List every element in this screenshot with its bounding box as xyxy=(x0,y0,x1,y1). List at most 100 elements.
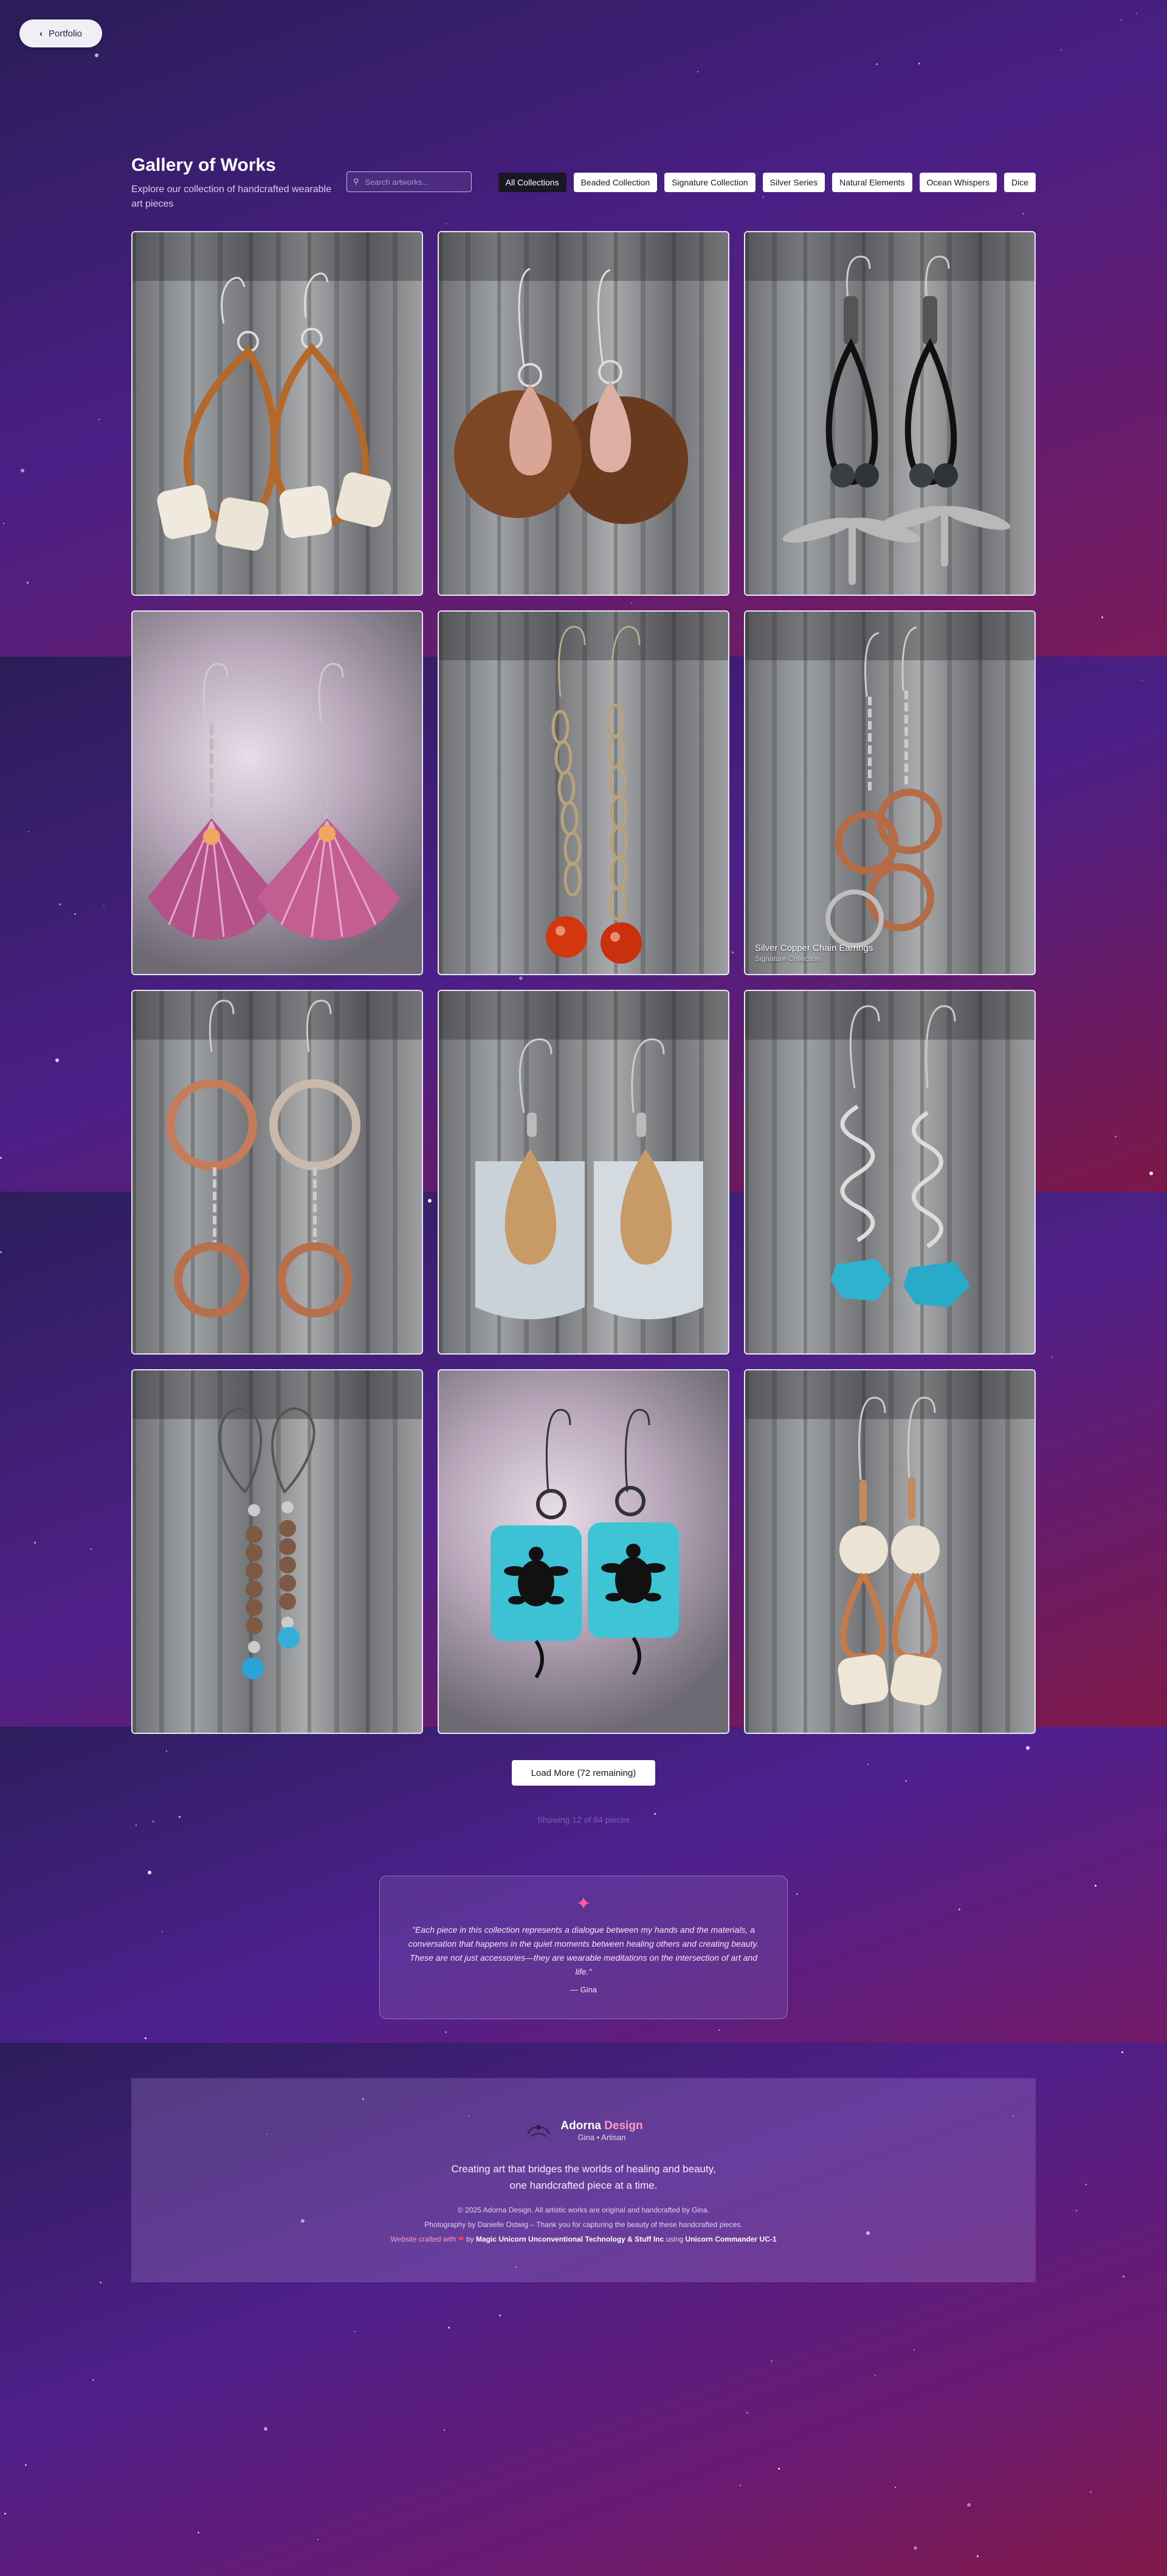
star xyxy=(867,1764,869,1765)
crafted-prefix: Website crafted with xyxy=(390,2235,456,2243)
earring-image xyxy=(830,1005,970,1307)
star xyxy=(697,71,698,72)
star xyxy=(740,2485,741,2486)
showing-count: Showing 12 of 84 pieces xyxy=(537,1815,630,1825)
search-icon: ⚲ xyxy=(353,177,359,186)
star xyxy=(499,2315,501,2316)
star xyxy=(771,2360,773,2362)
gallery-card[interactable] xyxy=(744,1369,1036,1734)
filter-silver-series[interactable]: Silver Series xyxy=(762,173,825,192)
star xyxy=(875,2375,876,2376)
star xyxy=(959,1908,960,1910)
star xyxy=(91,1549,92,1550)
star xyxy=(354,2331,356,2332)
filter-dice[interactable]: Dice xyxy=(1003,173,1036,192)
gallery-card[interactable] xyxy=(131,990,423,1355)
star xyxy=(718,2029,720,2031)
footer-photo-credit: Photography by Danielle Ostwig – Thank y… xyxy=(424,2220,743,2229)
crafted-company-link[interactable]: Magic Unicorn Unconventional Technology … xyxy=(476,2235,664,2243)
filter-all-collections[interactable]: All Collections xyxy=(498,173,566,192)
footer-copyright: © 2025 Adorna Design. All artistic works… xyxy=(458,2206,709,2214)
adorna-logo-icon xyxy=(527,2125,551,2137)
page-subtitle: Explore our collection of handcrafted we… xyxy=(131,184,332,209)
star xyxy=(1026,1746,1030,1750)
star xyxy=(198,2532,199,2533)
star xyxy=(1061,49,1062,50)
gallery-card[interactable] xyxy=(131,610,423,975)
gallery-card[interactable] xyxy=(438,1369,729,1734)
star xyxy=(145,2037,146,2039)
back-to-portfolio-button[interactable]: ‹ Portfolio xyxy=(19,19,102,47)
gallery-card[interactable] xyxy=(131,231,423,596)
heart-icon: ❤ xyxy=(458,2235,464,2243)
star xyxy=(317,2539,318,2540)
star xyxy=(166,1750,167,1752)
filter-beaded-collection[interactable]: Beaded Collection xyxy=(573,173,658,192)
gallery-card[interactable] xyxy=(131,1369,423,1734)
brand-name-first: Adorna xyxy=(560,2119,601,2132)
footer-tagline-line: Creating art that bridges the worlds of … xyxy=(451,2163,716,2175)
star xyxy=(895,2487,896,2488)
gallery-header: Gallery of Works Explore our collection … xyxy=(131,155,1036,216)
gallery-card[interactable] xyxy=(744,231,1036,596)
chevron-left-icon: ‹ xyxy=(39,28,43,39)
star xyxy=(918,63,920,64)
star xyxy=(0,1251,2,1253)
star xyxy=(444,2429,445,2431)
filter-natural-elements[interactable]: Natural Elements xyxy=(832,173,912,192)
search-box[interactable]: ⚲ xyxy=(346,171,472,192)
star xyxy=(98,419,100,420)
earring-image xyxy=(148,663,400,940)
star xyxy=(264,2427,267,2431)
star xyxy=(1115,1136,1117,1138)
gallery-card[interactable] xyxy=(438,990,729,1355)
star xyxy=(445,2031,447,2033)
star xyxy=(914,2546,917,2550)
artist-quote-text: "Each piece in this collection represent… xyxy=(408,1925,759,1977)
sparkle-icon: ✦ xyxy=(576,1894,591,1914)
footer-tagline: Creating art that bridges the worlds of … xyxy=(131,2161,1036,2194)
gallery-card[interactable] xyxy=(438,610,729,975)
card-collection: Signature Collection xyxy=(755,955,821,963)
filter-ocean-whispers[interactable]: Ocean Whispers xyxy=(919,173,997,192)
star xyxy=(74,913,76,915)
earring-image xyxy=(838,1397,942,1706)
gallery-card[interactable] xyxy=(744,990,1036,1355)
crafted-by: by xyxy=(466,2235,474,2243)
star xyxy=(59,903,61,905)
star xyxy=(778,2468,780,2470)
star xyxy=(103,905,105,906)
footer-brand-name: Adorna Design xyxy=(560,2119,642,2133)
earring-image xyxy=(491,1409,679,1679)
star xyxy=(1121,19,1122,21)
footer: Adorna Design Gina • Artisan Creating ar… xyxy=(131,2078,1036,2282)
star xyxy=(876,63,878,65)
crafted-product-link[interactable]: Unicorn Commander UC-1 xyxy=(686,2235,777,2243)
star xyxy=(4,2513,6,2515)
star xyxy=(162,1931,163,1932)
footer-brand-subtitle: Gina • Artisan xyxy=(577,2132,626,2142)
star xyxy=(977,2555,979,2557)
earring-image xyxy=(825,626,942,948)
star xyxy=(796,1893,798,1895)
search-input[interactable] xyxy=(363,176,458,187)
star xyxy=(95,54,98,57)
earring-image xyxy=(218,1407,315,1679)
star xyxy=(746,2412,748,2414)
earring-image xyxy=(546,626,642,964)
earring-image xyxy=(166,1000,360,1317)
earring-image xyxy=(475,1038,703,1319)
star xyxy=(0,1157,2,1159)
load-more-button[interactable]: Load More (72 remaining) xyxy=(512,1760,655,1786)
star xyxy=(905,1780,907,1782)
gallery-card[interactable]: Silver Copper Chain Earrings Signature C… xyxy=(744,610,1036,975)
star xyxy=(21,469,24,472)
gallery-card[interactable] xyxy=(438,231,729,596)
filter-signature-collection[interactable]: Signature Collection xyxy=(664,173,756,192)
brand-name-second: Design xyxy=(604,2119,643,2132)
star xyxy=(446,223,447,224)
collection-filters: All Collections Beaded Collection Signat… xyxy=(498,173,1036,192)
page-title: Gallery of Works xyxy=(131,155,276,175)
star xyxy=(3,523,4,524)
star xyxy=(1136,13,1137,14)
